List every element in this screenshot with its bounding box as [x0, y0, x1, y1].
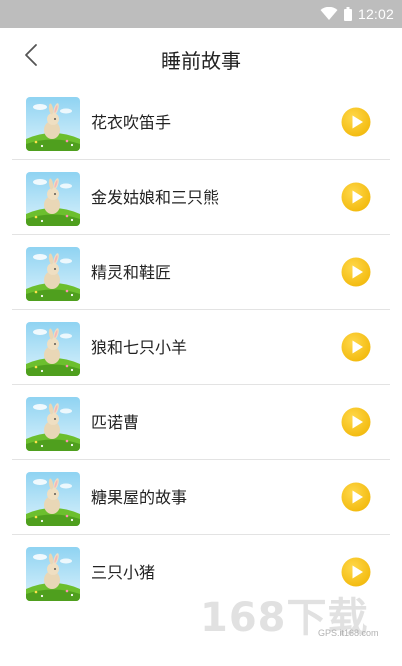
story-thumbnail: [26, 547, 80, 601]
play-button[interactable]: [341, 332, 371, 362]
story-title: 三只小猪: [91, 563, 156, 582]
play-button[interactable]: [341, 482, 371, 512]
battery-icon: [343, 7, 352, 21]
story-thumbnail: [26, 472, 80, 526]
page-title: 睡前故事: [161, 49, 241, 73]
story-title: 精灵和鞋匠: [91, 263, 172, 282]
list-item[interactable]: 精灵和鞋匠: [0, 235, 402, 310]
status-time: 12:02: [357, 6, 394, 22]
list-item[interactable]: 金发姑娘和三只熊: [0, 160, 402, 235]
play-button[interactable]: [341, 557, 371, 587]
play-button[interactable]: [341, 407, 371, 437]
story-title: 狼和七只小羊: [91, 338, 188, 357]
watermark-url: GPS.it168.com: [318, 628, 379, 638]
story-list: 花衣吹笛手 金发姑娘和三只熊 精灵和鞋匠 狼和七只小羊 匹诺曹 糖果屋的故事 三…: [0, 85, 402, 610]
list-item[interactable]: 糖果屋的故事: [0, 460, 402, 535]
story-title: 糖果屋的故事: [91, 488, 188, 507]
list-item[interactable]: 匹诺曹: [0, 385, 402, 460]
list-item[interactable]: 花衣吹笛手: [0, 85, 402, 160]
status-bar: 12:02: [0, 0, 402, 28]
play-icon: [341, 482, 371, 512]
story-thumbnail: [26, 397, 80, 451]
story-title: 花衣吹笛手: [91, 113, 172, 132]
story-thumbnail: [26, 322, 80, 376]
story-thumbnail: [26, 97, 80, 151]
list-item[interactable]: 狼和七只小羊: [0, 310, 402, 385]
play-icon: [341, 257, 371, 287]
story-title: 金发姑娘和三只熊: [91, 188, 220, 207]
story-thumbnail: [26, 247, 80, 301]
story-thumbnail: [26, 172, 80, 226]
story-title: 匹诺曹: [91, 413, 140, 432]
header: 睡前故事: [0, 28, 402, 90]
play-icon: [341, 557, 371, 587]
play-button[interactable]: [341, 107, 371, 137]
list-item[interactable]: 三只小猪: [0, 535, 402, 610]
play-button[interactable]: [341, 182, 371, 212]
play-icon: [341, 182, 371, 212]
play-button[interactable]: [341, 257, 371, 287]
play-icon: [341, 407, 371, 437]
play-icon: [341, 332, 371, 362]
wifi-icon: [320, 7, 338, 20]
play-icon: [341, 107, 371, 137]
